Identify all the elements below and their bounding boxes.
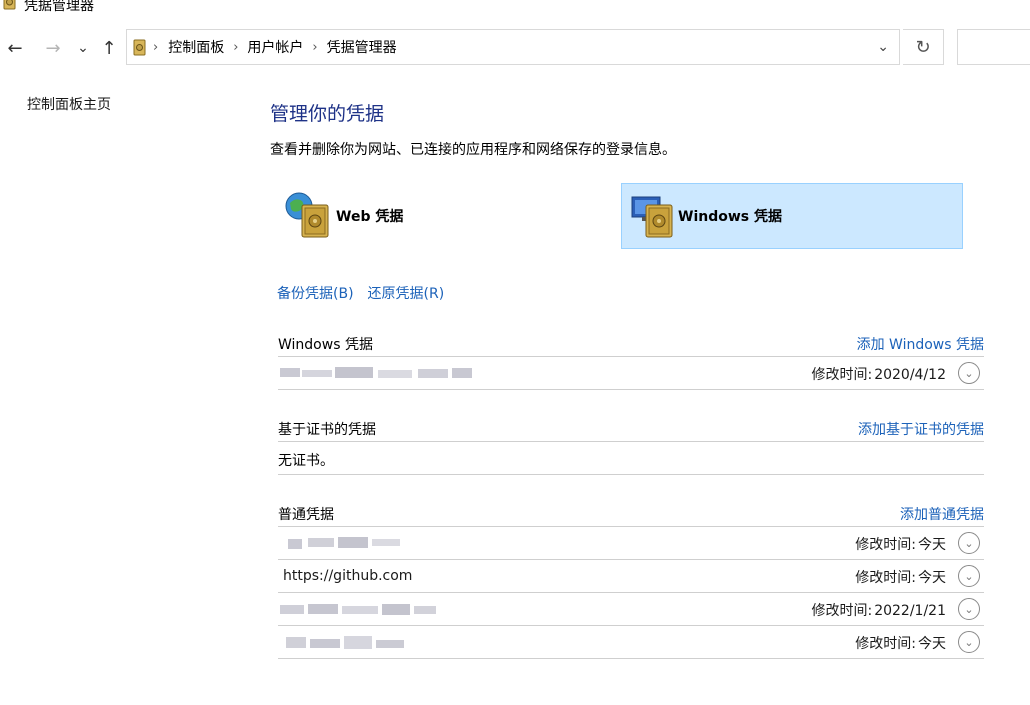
- empty-certificate-row: 无证书。: [278, 442, 984, 475]
- blurred-credential-name: [280, 604, 436, 615]
- chevron-down-icon[interactable]: ⌄: [958, 362, 980, 384]
- modified-time: 修改时间: 今天: [855, 570, 946, 586]
- modified-time: 修改时间: 今天: [855, 636, 946, 652]
- breadcrumb-separator[interactable]: ›: [153, 40, 158, 55]
- credential-row[interactable]: 修改时间: 2022/1/21 ⌄: [278, 593, 984, 626]
- section-title: 基于证书的凭据: [278, 422, 376, 438]
- arrow-left-icon: ←: [7, 37, 23, 59]
- blurred-credential-name: [286, 636, 404, 649]
- add-certificate-credential-link[interactable]: 添加基于证书的凭据: [858, 419, 984, 439]
- computer-vault-icon: [631, 196, 673, 238]
- chevron-down-icon: ⌄: [77, 40, 89, 56]
- chevron-down-icon[interactable]: ⌄: [877, 39, 889, 55]
- section-header: Windows 凭据 添加 Windows 凭据: [278, 329, 984, 357]
- search-input[interactable]: [957, 29, 1030, 65]
- blurred-credential-name: [280, 367, 472, 378]
- chevron-down-icon[interactable]: ⌄: [958, 598, 980, 620]
- refresh-button[interactable]: ↻: [903, 29, 944, 65]
- page-description: 查看并删除你为网站、已连接的应用程序和网络保存的登录信息。: [270, 142, 676, 158]
- page-title: 管理你的凭据: [270, 103, 385, 125]
- arrow-up-icon: ↑: [101, 37, 117, 59]
- breadcrumb-credential-manager[interactable]: 凭据管理器: [327, 37, 397, 57]
- globe-vault-icon: [285, 192, 329, 238]
- section-header: 普通凭据 添加普通凭据: [278, 499, 984, 527]
- section-header: 基于证书的凭据 添加基于证书的凭据: [278, 414, 984, 442]
- refresh-icon: ↻: [915, 36, 931, 58]
- section-title: 普通凭据: [278, 507, 334, 523]
- breadcrumb-control-panel[interactable]: 控制面板: [168, 37, 224, 57]
- add-windows-credential-link[interactable]: 添加 Windows 凭据: [857, 334, 984, 354]
- generic-credentials-section: 普通凭据 添加普通凭据 修改时间: 今天 ⌄ https://github.com…: [278, 499, 984, 659]
- credential-name: https://github.com: [283, 568, 413, 584]
- breadcrumb-user-accounts[interactable]: 用户帐户: [247, 37, 303, 57]
- no-certificate-text: 无证书。: [278, 453, 334, 469]
- control-panel-home-link[interactable]: 控制面板主页: [27, 94, 111, 114]
- certificate-credentials-section: 基于证书的凭据 添加基于证书的凭据 无证书。: [278, 414, 984, 475]
- modified-time: 修改时间: 今天: [855, 537, 946, 553]
- breadcrumb: › 控制面板 › 用户帐户 › 凭据管理器: [149, 30, 397, 64]
- restore-credentials-link[interactable]: 还原凭据(R): [368, 283, 445, 303]
- windows-credentials-label: Windows 凭据: [678, 209, 782, 225]
- web-credentials-label: Web 凭据: [336, 209, 404, 225]
- modified-time: 修改时间: 2020/4/12: [811, 367, 946, 383]
- credential-row[interactable]: 修改时间: 今天 ⌄: [278, 527, 984, 560]
- vault-icon: [133, 39, 146, 56]
- address-bar[interactable]: › 控制面板 › 用户帐户 › 凭据管理器 ⌄: [126, 29, 900, 65]
- windows-credentials-tile[interactable]: Windows 凭据: [621, 183, 963, 249]
- windows-credentials-section: Windows 凭据 添加 Windows 凭据 修改时间: 2020/4/12 …: [278, 329, 984, 390]
- arrow-right-icon: →: [45, 37, 61, 59]
- title-bar: 凭据管理器: [0, 0, 1030, 18]
- up-button[interactable]: ↑: [97, 36, 121, 60]
- forward-button[interactable]: →: [41, 36, 65, 60]
- backup-credentials-link[interactable]: 备份凭据(B): [277, 283, 354, 303]
- credential-row[interactable]: https://github.com 修改时间: 今天 ⌄: [278, 560, 984, 593]
- vault-icon: [3, 0, 16, 10]
- backup-restore-links: 备份凭据(B) 还原凭据(R): [277, 283, 444, 303]
- blurred-credential-name: [288, 537, 400, 549]
- web-credentials-tile[interactable]: Web 凭据: [278, 183, 598, 249]
- chevron-down-icon[interactable]: ⌄: [958, 565, 980, 587]
- chevron-down-icon[interactable]: ⌄: [958, 532, 980, 554]
- chevron-down-icon[interactable]: ⌄: [958, 631, 980, 653]
- breadcrumb-separator[interactable]: ›: [312, 40, 317, 55]
- breadcrumb-separator[interactable]: ›: [233, 40, 238, 55]
- section-title: Windows 凭据: [278, 337, 373, 353]
- credential-row[interactable]: 修改时间: 2020/4/12 ⌄: [278, 357, 984, 390]
- modified-time: 修改时间: 2022/1/21: [811, 603, 946, 619]
- back-button[interactable]: ←: [3, 36, 27, 60]
- window-title: 凭据管理器: [24, 0, 94, 14]
- credential-row[interactable]: 修改时间: 今天 ⌄: [278, 626, 984, 659]
- add-generic-credential-link[interactable]: 添加普通凭据: [900, 504, 984, 524]
- recent-locations-button[interactable]: ⌄: [71, 36, 95, 60]
